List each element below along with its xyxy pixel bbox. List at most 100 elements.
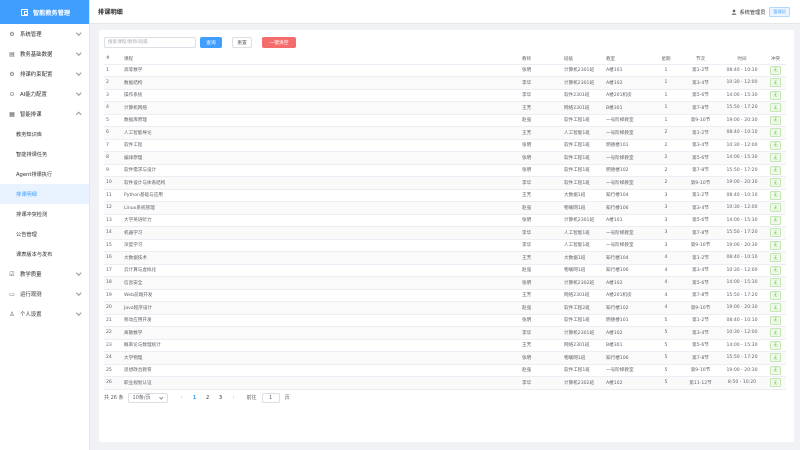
sidebar-subitem-5[interactable]: 公告管理 bbox=[0, 224, 89, 244]
table-cell: 1 bbox=[650, 64, 682, 77]
table-row[interactable]: 25 思想政治教育 赵强 软件工程1班 一号阶梯教室 5 第9-10节 19:00 - 20:… bbox=[104, 364, 786, 377]
sidebar-item-2[interactable]: ⚙ 排课约束配置 bbox=[0, 64, 89, 84]
table-cell: 12 bbox=[104, 201, 122, 215]
table-row[interactable]: 6 人工智能导论 王芳 人工智能1班 一号阶梯教室 2 第1-2节 08:40 - 10:10… bbox=[104, 126, 786, 140]
user-icon bbox=[732, 9, 737, 15]
sidebar-subitem-3[interactable]: 排课明细 bbox=[0, 184, 89, 204]
table-row[interactable]: 16 大数据技术 王芳 大数据1班 知行楼104 4 第1-2节 08:40 - 10:10 无 bbox=[104, 251, 786, 265]
table-row[interactable]: 12 Linux系统管理 赵强 物联网1班 知行楼106 3 第3-4节 10:30 - 12… bbox=[104, 201, 786, 215]
table-cell: 5 bbox=[650, 314, 682, 327]
sidebar-item-label: 排课约束配置 bbox=[20, 72, 53, 78]
next-page-button[interactable]: › bbox=[228, 393, 240, 403]
table-cell: 无 bbox=[765, 201, 786, 215]
table-row[interactable]: 3 操作系统 李华 软件2301班 A楼201机房 1 第5-6节 14:00 - 15:30… bbox=[104, 89, 786, 102]
table-cell: 人工智能1班 bbox=[562, 239, 604, 252]
table-cell: 张明 bbox=[520, 151, 562, 165]
table-cell: 9 bbox=[104, 164, 122, 177]
table-cell: A楼201机房 bbox=[604, 289, 650, 302]
page-title: 排课明细 bbox=[98, 9, 123, 16]
table-cell: 4 bbox=[650, 251, 682, 265]
prev-page-button[interactable]: ‹ bbox=[176, 393, 188, 403]
table-row[interactable]: 24 大学物理 张明 物联网1班 知行楼106 5 第7-8节 15:50 - 17:20 无 bbox=[104, 351, 786, 365]
table-row[interactable]: 15 深度学习 李华 人工智能1班 一号阶梯教室 3 第9-10节 19:00 - 20:30… bbox=[104, 239, 786, 252]
page-size-select[interactable]: 10条/页 bbox=[127, 392, 168, 403]
user-menu[interactable]: 系统管理员 管理员 bbox=[731, 7, 790, 17]
monitor-icon: ▭ bbox=[9, 290, 15, 298]
sidebar-item-7[interactable]: ♙ 个人设置 bbox=[0, 304, 89, 324]
table-row[interactable]: 10 软件设计与体系结构 李华 软件工程1班 一号阶梯教室 2 第9-10节 19:00 - … bbox=[104, 176, 786, 190]
sidebar-item-5[interactable]: ☑ 教学质量 bbox=[0, 264, 89, 284]
clear-all-button[interactable]: 一键清空 bbox=[262, 37, 296, 48]
table-cell: 2 bbox=[650, 139, 682, 152]
table-cell: 知行楼104 bbox=[604, 251, 650, 265]
table-row[interactable]: 23 概率论与数理统计 王芳 网络2301班 B楼301 5 第5-6节 14:00 - 15… bbox=[104, 339, 786, 352]
table-row[interactable]: 13 大学英语听力 张明 计算机2301班 A楼101 3 第5-6节 14:00 - 15:… bbox=[104, 214, 786, 227]
table-cell: 深度学习 bbox=[122, 239, 520, 252]
app-logo[interactable]: 智能教务管理 bbox=[0, 0, 89, 24]
conflict-badge: 无 bbox=[770, 203, 781, 213]
sidebar-item-6[interactable]: ▭ 运行观测 bbox=[0, 284, 89, 304]
header: 排课明细 系统管理员 管理员 bbox=[90, 0, 800, 24]
table-cell: 14 bbox=[104, 226, 122, 240]
table-row[interactable]: 8 编译原理 张明 软件工程1班 一号阶梯教室 2 第5-6节 14:00 - 15:30 无 bbox=[104, 151, 786, 165]
table-cell: 4 bbox=[650, 264, 682, 277]
table-cell: 李华 bbox=[520, 176, 562, 190]
table-row[interactable]: 9 软件需求与设计 张明 软件工程1班 明德楼102 2 第7-8节 15:50 - 17:2… bbox=[104, 164, 786, 177]
table-row[interactable]: 5 数据库原理 赵强 软件工程1班 一号阶梯教室 1 第9-10节 19:00 - 20:30… bbox=[104, 114, 786, 127]
sidebar-subitem-6[interactable]: 课表版本与发布 bbox=[0, 244, 89, 264]
table-row[interactable]: 18 信息安全 张明 计算机2302班 A楼102 4 第5-6节 14:00 - 15:30… bbox=[104, 276, 786, 290]
table-cell: 19:00 - 20:30 bbox=[719, 176, 765, 190]
table-row[interactable]: 19 Web前端开发 王芳 网络2301班 A楼201机房 4 第7-8节 15:50 - 1… bbox=[104, 289, 786, 302]
conflict-badge: 无 bbox=[770, 340, 781, 350]
table-cell: 软件工程1班 bbox=[562, 151, 604, 165]
table-cell: 数据库原理 bbox=[122, 114, 520, 127]
goto-input[interactable]: 1 bbox=[261, 392, 280, 403]
table-cell: 人工智能导论 bbox=[122, 126, 520, 140]
table-row[interactable]: 26 职业规划认证 李华 计算机2302班 A楼102 5 第11-12节 8:50 - 10… bbox=[104, 376, 786, 390]
table-row[interactable]: 11 Python基础与应用 王芳 大数据1班 知行楼104 3 第1-2节 08:40 - … bbox=[104, 189, 786, 202]
table-cell: 无 bbox=[765, 76, 786, 90]
table-row[interactable]: 14 机器学习 李华 人工智能1班 一号阶梯教室 3 第7-8节 15:50 - 17:20 无 bbox=[104, 226, 786, 240]
table-cell: 1 bbox=[650, 101, 682, 115]
table-row[interactable]: 2 数据结构 李华 计算机2301班 A楼102 1 第3-4节 10:30 - 12:00 无 bbox=[104, 76, 786, 90]
page-button[interactable]: 3 bbox=[215, 393, 227, 403]
sidebar-item-4[interactable]: ▦ 智能排课 bbox=[0, 104, 89, 124]
table-cell: 软件工程1班 bbox=[562, 176, 604, 190]
search-button[interactable]: 查询 bbox=[200, 37, 222, 48]
search-input[interactable] bbox=[104, 37, 196, 48]
table-row[interactable]: 7 软件工程 张明 软件工程1班 明德楼101 2 第3-4节 10:30 - 12:00 无 bbox=[104, 139, 786, 152]
table-cell: 知行楼102 bbox=[604, 301, 650, 315]
sidebar-item-1[interactable]: ▤ 教务基础数据 bbox=[0, 44, 89, 64]
table-cell: 无 bbox=[765, 376, 786, 390]
sidebar-subitem-0[interactable]: 教务知识库 bbox=[0, 124, 89, 144]
page-button[interactable]: 2 bbox=[202, 393, 214, 403]
table-cell: 18 bbox=[104, 276, 122, 290]
page-size-value: 10条/页 bbox=[132, 395, 151, 401]
table-cell: A楼101 bbox=[604, 64, 650, 77]
sidebar-item-3[interactable]: ⊙ AI能力配置 bbox=[0, 84, 89, 104]
sidebar-item-0[interactable]: ⚙ 系统管理 bbox=[0, 24, 89, 44]
table-row[interactable]: 20 Java程序设计 赵强 软件工程2班 知行楼102 4 第9-10节 19:00 - 2… bbox=[104, 301, 786, 315]
table-row[interactable]: 22 离散数学 李华 计算机2301班 A楼102 5 第3-4节 10:30 - 12:00… bbox=[104, 326, 786, 340]
table-cell: 软件工程 bbox=[122, 139, 520, 152]
table-cell: 计算机2301班 bbox=[562, 326, 604, 340]
sidebar-subitem-2[interactable]: Agent排课执行 bbox=[0, 164, 89, 184]
table-cell: 知行楼104 bbox=[604, 189, 650, 202]
page-button[interactable]: 1 bbox=[189, 393, 201, 403]
reset-button[interactable]: 重置 bbox=[232, 37, 252, 48]
table-cell: 无 bbox=[765, 339, 786, 352]
sidebar-subitem-1[interactable]: 智能排课任务 bbox=[0, 144, 89, 164]
table-cell: 软件工程1班 bbox=[562, 314, 604, 327]
table-cell: 2 bbox=[650, 126, 682, 140]
table-row[interactable]: 17 云计算与虚拟化 赵强 物联网1班 知行楼106 4 第3-4节 10:30 - 12:0… bbox=[104, 264, 786, 277]
table-cell: 10:30 - 12:00 bbox=[719, 201, 765, 215]
table-row[interactable]: 1 高等数学 张明 计算机2301班 A楼101 1 第1-2节 08:40 - 10:10 无 bbox=[104, 64, 786, 77]
table-cell: 第5-6节 bbox=[682, 151, 719, 165]
table-cell: 大数据1班 bbox=[562, 251, 604, 265]
table-cell: 15:50 - 17:20 bbox=[719, 226, 765, 240]
total-count: 共 26 条 bbox=[104, 395, 124, 401]
table-cell: 软件工程1班 bbox=[562, 364, 604, 377]
table-row[interactable]: 4 计算机网络 王芳 网络2301班 B楼301 1 第7-8节 15:50 - 17:20 无 bbox=[104, 101, 786, 115]
sidebar-subitem-4[interactable]: 排课冲突检测 bbox=[0, 204, 89, 224]
table-row[interactable]: 21 移动应用开发 张明 软件工程1班 明德楼101 5 第1-2节 08:40 - 10:1… bbox=[104, 314, 786, 327]
